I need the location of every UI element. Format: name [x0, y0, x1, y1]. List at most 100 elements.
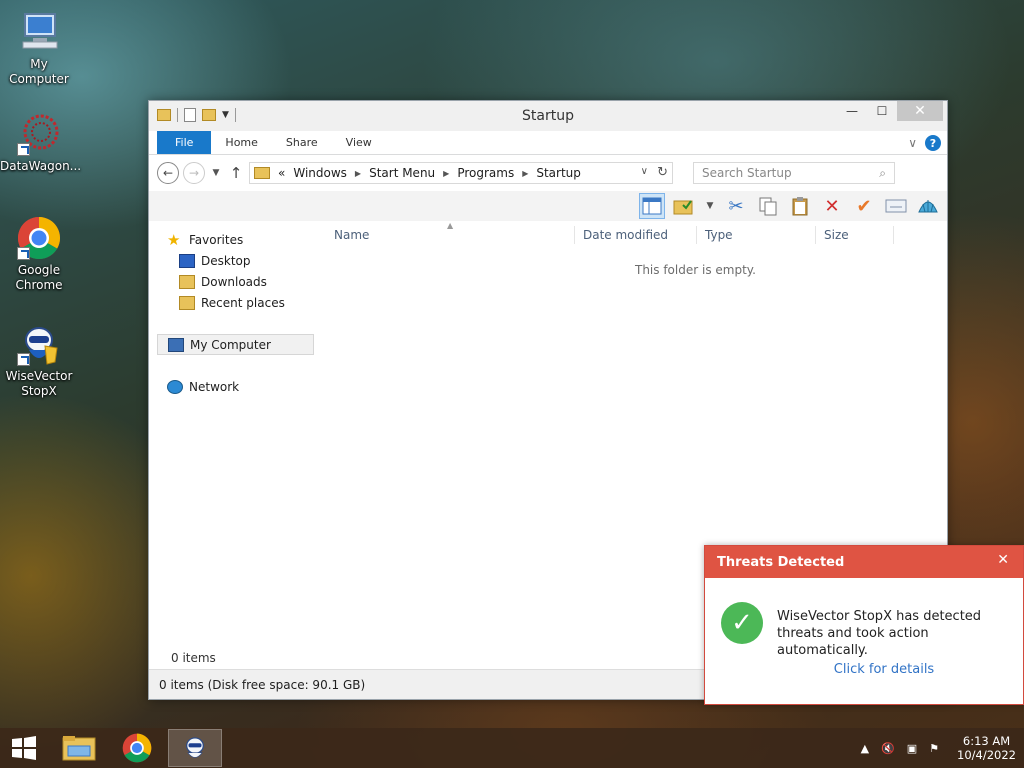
select-folder-icon[interactable]: [671, 193, 697, 219]
column-date-modified[interactable]: Date modified: [575, 226, 697, 244]
back-button[interactable]: ←: [157, 162, 179, 184]
select-dropdown-icon[interactable]: ▼: [703, 201, 717, 211]
shortcut-arrow-icon: [17, 353, 30, 366]
taskbar-file-explorer[interactable]: [52, 729, 106, 767]
close-button[interactable]: ✕: [897, 101, 943, 121]
expand-ribbon-icon[interactable]: ∨: [908, 136, 917, 150]
star-icon: ★: [167, 230, 181, 249]
refresh-icon[interactable]: ↻: [657, 165, 668, 180]
column-headers: ▲ Name Date modified Type Size: [314, 221, 947, 247]
file-explorer-icon: [62, 736, 96, 761]
forward-button[interactable]: →: [183, 162, 205, 184]
status-text: 0 items (Disk free space: 90.1 GB): [159, 677, 366, 692]
nav-item-recent-places[interactable]: Recent places: [149, 292, 314, 313]
details-link[interactable]: Click for details: [705, 662, 1023, 677]
computer-icon: [17, 10, 61, 54]
search-icon[interactable]: ⌕: [879, 166, 886, 181]
nav-label: Downloads: [201, 274, 267, 289]
cut-icon[interactable]: ✂: [723, 193, 749, 219]
breadcrumb-startup[interactable]: Startup: [536, 166, 581, 180]
desktop-icon-label: Google Chrome: [15, 263, 63, 292]
system-tray: ▲ 🔇 ▣ ⚑ 6:13 AM 10/4/2022: [861, 728, 1016, 768]
wisevector-icon: [186, 737, 204, 758]
address-dropdown-icon[interactable]: ∨: [641, 166, 648, 177]
column-type[interactable]: Type: [697, 226, 816, 244]
nav-item-network[interactable]: Network: [149, 376, 314, 397]
nav-label: Desktop: [201, 253, 251, 268]
network-status-icon[interactable]: ▣: [907, 742, 917, 755]
volume-muted-icon[interactable]: 🔇: [881, 742, 895, 755]
shortcut-arrow-icon: [17, 247, 30, 260]
downloads-folder-icon: [179, 274, 195, 289]
chevron-right-icon[interactable]: ▶: [522, 169, 528, 178]
minimize-button[interactable]: —: [837, 101, 867, 121]
nav-item-favorites[interactable]: ★ Favorites: [149, 229, 314, 250]
desktop-icon-chrome[interactable]: Google Chrome: [0, 216, 78, 293]
command-toolbar: ▼ ✂ ✕ ✔: [149, 191, 947, 221]
clock[interactable]: 6:13 AM 10/4/2022: [957, 734, 1016, 762]
datawagon-icon: [17, 112, 61, 156]
notification-title: Threats Detected: [717, 554, 845, 570]
nav-label: Recent places: [201, 295, 285, 310]
chevron-right-icon[interactable]: ▶: [443, 169, 449, 178]
column-name[interactable]: Name: [314, 226, 575, 244]
computer-icon: [168, 337, 184, 352]
preview-pane-icon[interactable]: [639, 193, 665, 219]
tab-share[interactable]: Share: [272, 131, 332, 154]
action-center-flag-icon[interactable]: ⚑: [929, 742, 939, 755]
clock-time: 6:13 AM: [962, 734, 1011, 748]
taskbar-wisevector[interactable]: [168, 729, 222, 767]
paste-icon[interactable]: [787, 193, 813, 219]
show-hidden-icons-icon[interactable]: ▲: [861, 742, 869, 755]
nav-item-desktop[interactable]: Desktop: [149, 250, 314, 271]
rename-check-icon[interactable]: ✔: [851, 193, 877, 219]
title-bar[interactable]: ▼ Startup — ☐ ✕: [149, 101, 947, 131]
chrome-icon: [122, 733, 152, 763]
chevron-right-icon[interactable]: ▶: [355, 169, 361, 178]
window-title: Startup: [522, 108, 574, 124]
maximize-button[interactable]: ☐: [867, 101, 897, 121]
nav-item-my-computer[interactable]: My Computer: [157, 334, 314, 355]
shortcut-arrow-icon: [17, 143, 30, 156]
desktop-icon-label: WiseVector StopX: [5, 369, 73, 398]
recent-locations-dropdown-icon[interactable]: ▼: [209, 168, 223, 178]
notification-message: WiseVector StopX has detected threats an…: [777, 609, 982, 658]
delete-icon[interactable]: ✕: [819, 193, 845, 219]
breadcrumb-start-menu[interactable]: Start Menu: [369, 166, 435, 180]
search-input[interactable]: Search Startup ⌕: [693, 162, 895, 184]
desktop-icon-wisevector[interactable]: WiseVector StopX: [0, 322, 78, 399]
breadcrumb-windows[interactable]: Windows: [293, 166, 347, 180]
network-icon: [167, 379, 183, 394]
desktop-icon-label: DataWagon...: [0, 159, 82, 173]
chrome-icon: [17, 216, 61, 260]
desktop-icon: [179, 253, 195, 268]
shell-icon[interactable]: [915, 193, 941, 219]
copy-icon[interactable]: [755, 193, 781, 219]
tab-view[interactable]: View: [332, 131, 386, 154]
recent-places-icon: [179, 295, 195, 310]
column-size[interactable]: Size: [816, 226, 894, 244]
windows-logo-icon: [12, 736, 36, 760]
nav-label: Network: [189, 379, 240, 394]
nav-label: Favorites: [189, 232, 244, 247]
start-button[interactable]: [0, 728, 48, 768]
help-icon[interactable]: ?: [925, 135, 941, 151]
properties-icon[interactable]: [883, 193, 909, 219]
desktop-icon-label: My Computer: [9, 57, 69, 86]
desktop-icon-my-computer[interactable]: My Computer: [0, 10, 78, 87]
ribbon-tabs: File Home Share View ∨ ?: [149, 131, 947, 155]
clock-date: 10/4/2022: [957, 748, 1016, 762]
threat-notification[interactable]: Threats Detected ✕ ✓ WiseVector StopX ha…: [704, 545, 1024, 705]
address-bar[interactable]: « Windows ▶ Start Menu ▶ Programs ▶ Star…: [249, 162, 673, 184]
up-button[interactable]: ↑: [227, 164, 245, 182]
breadcrumb-prefix[interactable]: «: [278, 166, 285, 180]
tab-home[interactable]: Home: [211, 131, 271, 154]
breadcrumb-programs[interactable]: Programs: [457, 166, 514, 180]
nav-item-downloads[interactable]: Downloads: [149, 271, 314, 292]
items-count: 0 items: [171, 651, 216, 665]
taskbar-chrome[interactable]: [110, 729, 164, 767]
tab-file[interactable]: File: [157, 131, 212, 154]
check-circle-icon: ✓: [721, 602, 763, 644]
desktop-icon-datawagon[interactable]: DataWagon...: [0, 112, 82, 174]
close-icon[interactable]: ✕: [997, 552, 1009, 568]
